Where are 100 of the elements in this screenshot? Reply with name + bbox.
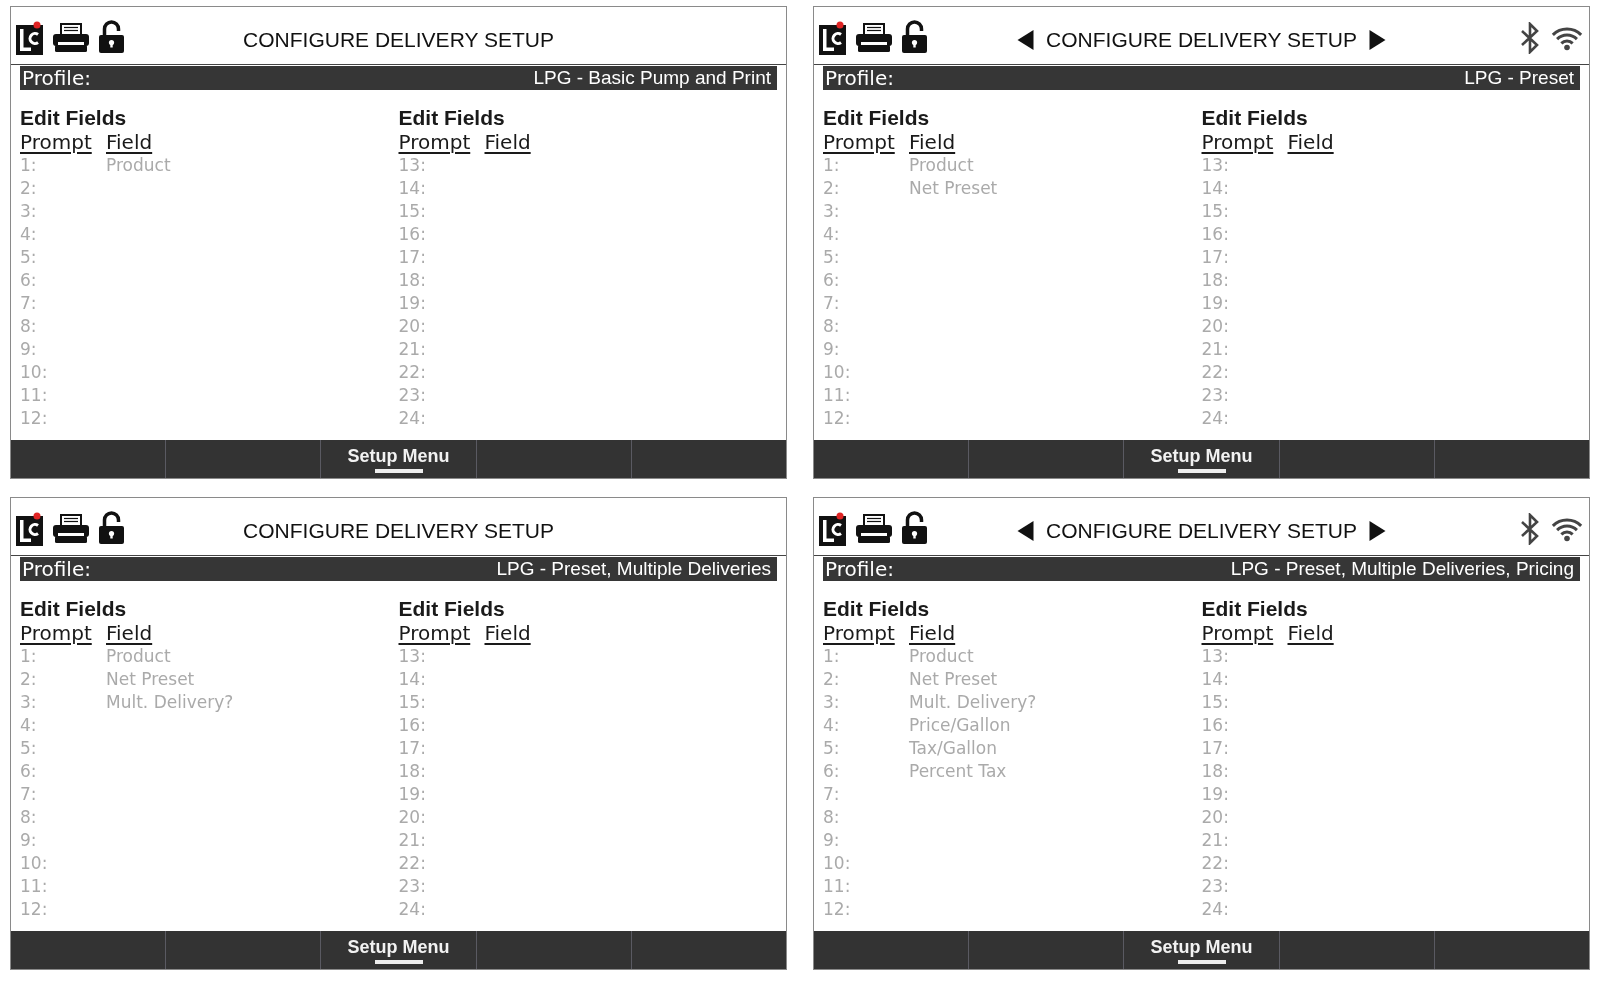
column-header: Prompt xyxy=(1201,130,1274,154)
prompt-number: 15: xyxy=(1201,201,1229,222)
softkey[interactable] xyxy=(11,931,166,969)
prompt-number: 10: xyxy=(823,853,851,874)
logo-icon xyxy=(819,21,846,55)
prompt-number: 13: xyxy=(398,155,426,176)
prompt-number: 18: xyxy=(398,270,426,291)
prompt-number: 17: xyxy=(398,738,426,759)
right-triangle-icon[interactable] xyxy=(1368,521,1386,541)
profile-label: Profile: xyxy=(825,557,894,581)
prompt-number: 22: xyxy=(398,853,426,874)
prompt-number: 6: xyxy=(20,270,37,291)
softkey[interactable]: Setup Menu xyxy=(1123,931,1279,969)
printer-icon[interactable] xyxy=(53,514,89,544)
column-header: Field xyxy=(484,621,531,645)
prompt-number: 3: xyxy=(823,692,840,713)
softkey[interactable]: Setup Menu xyxy=(320,440,476,478)
softkey[interactable] xyxy=(814,931,969,969)
prompt-number: 2: xyxy=(20,669,37,690)
softkey[interactable] xyxy=(1278,931,1434,969)
prompt-number: 11: xyxy=(823,385,851,406)
softkey[interactable] xyxy=(968,440,1124,478)
prompt-number: 22: xyxy=(1201,853,1229,874)
softkey[interactable] xyxy=(968,931,1124,969)
column-header: Prompt xyxy=(1201,621,1274,645)
prompt-number: 7: xyxy=(823,293,840,314)
prompt-number: 8: xyxy=(823,316,840,337)
prompt-number: 15: xyxy=(1201,692,1229,713)
softkey[interactable]: Setup Menu xyxy=(320,931,476,969)
prompt-number: 10: xyxy=(823,362,851,383)
logo-icon xyxy=(16,512,43,546)
prompt-number: 22: xyxy=(1201,362,1229,383)
softkey[interactable] xyxy=(630,440,786,478)
prompt-number: 8: xyxy=(20,807,37,828)
prompt-number: 24: xyxy=(1201,408,1229,429)
prompt-number: 12: xyxy=(823,899,851,920)
prompt-number: 23: xyxy=(398,385,426,406)
prompt-number: 7: xyxy=(20,293,37,314)
column-header: Field xyxy=(909,130,956,154)
unlocked-padlock-icon[interactable] xyxy=(99,510,124,544)
softkey[interactable] xyxy=(1433,440,1589,478)
softkey[interactable] xyxy=(1278,440,1434,478)
printer-icon[interactable] xyxy=(856,23,892,53)
prompt-number: 12: xyxy=(20,899,48,920)
prompt-number: 1: xyxy=(20,155,37,176)
softkey[interactable] xyxy=(165,931,321,969)
prompt-number: 10: xyxy=(20,853,48,874)
prompt-number: 5: xyxy=(20,247,37,268)
field-name: Net Preset xyxy=(909,669,998,690)
softkey[interactable] xyxy=(475,931,631,969)
printer-icon[interactable] xyxy=(53,23,89,53)
prompt-number: 24: xyxy=(398,899,426,920)
left-triangle-icon[interactable] xyxy=(1017,521,1035,541)
selection-underline-icon xyxy=(1177,959,1226,964)
printer-icon[interactable] xyxy=(856,514,892,544)
column-header: Prompt xyxy=(20,621,92,645)
column-header: Field xyxy=(1287,621,1334,645)
softkey[interactable] xyxy=(475,440,631,478)
prompt-number: 2: xyxy=(823,669,840,690)
section-heading: Edit Fields xyxy=(1201,597,1308,621)
prompt-number: 9: xyxy=(20,339,37,360)
prompt-number: 10: xyxy=(20,362,48,383)
logo-icon xyxy=(819,512,846,546)
prompt-number: 6: xyxy=(20,761,37,782)
prompt-number: 21: xyxy=(398,830,426,851)
right-triangle-icon[interactable] xyxy=(1368,30,1386,50)
screen-title: CONFIGURE DELIVERY SETUP xyxy=(1046,518,1357,544)
column-header: Prompt xyxy=(398,621,471,645)
prompt-number: 11: xyxy=(20,876,48,897)
prompt-number: 18: xyxy=(1201,761,1229,782)
softkey[interactable]: Setup Menu xyxy=(1123,440,1279,478)
profile-name: LPG - Preset, Multiple Deliveries xyxy=(496,557,771,581)
prompt-number: 1: xyxy=(823,646,840,667)
prompt-number: 21: xyxy=(398,339,426,360)
softkey[interactable] xyxy=(814,440,969,478)
field-name: Product xyxy=(909,155,974,176)
prompt-number: 17: xyxy=(1201,247,1229,268)
field-name: Mult. Delivery? xyxy=(909,692,1037,713)
prompt-number: 4: xyxy=(823,715,840,736)
prompt-number: 17: xyxy=(398,247,426,268)
prompt-number: 19: xyxy=(1201,784,1229,805)
softkey[interactable] xyxy=(1433,931,1589,969)
softkey[interactable] xyxy=(11,440,166,478)
unlocked-padlock-icon[interactable] xyxy=(902,510,927,544)
left-triangle-icon[interactable] xyxy=(1017,30,1035,50)
field-name: Net Preset xyxy=(106,669,195,690)
prompt-number: 20: xyxy=(1201,807,1229,828)
column-header: Prompt xyxy=(823,130,895,154)
unlocked-padlock-icon[interactable] xyxy=(99,19,124,53)
prompt-number: 3: xyxy=(20,201,37,222)
prompt-number: 11: xyxy=(20,385,48,406)
column-header: Field xyxy=(484,130,531,154)
prompt-number: 2: xyxy=(20,178,37,199)
section-heading: Edit Fields xyxy=(20,597,127,621)
field-name: Mult. Delivery? xyxy=(106,692,234,713)
prompt-number: 7: xyxy=(20,784,37,805)
softkey[interactable] xyxy=(630,931,786,969)
unlocked-padlock-icon[interactable] xyxy=(902,19,927,53)
section-heading: Edit Fields xyxy=(823,597,930,621)
softkey[interactable] xyxy=(165,440,321,478)
